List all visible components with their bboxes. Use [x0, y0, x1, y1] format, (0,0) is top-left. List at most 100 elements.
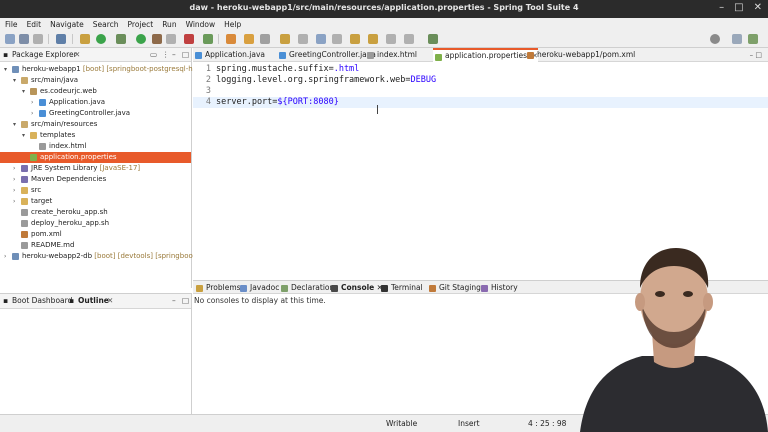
- new-icon[interactable]: [5, 34, 15, 44]
- last-edit-icon[interactable]: [350, 34, 360, 44]
- menu-edit[interactable]: Edit: [27, 20, 42, 29]
- new-class-icon[interactable]: [226, 34, 236, 44]
- console-tab[interactable]: Console ✕: [330, 282, 383, 294]
- tree-item[interactable]: pom.xml: [0, 229, 191, 240]
- terminal-icon[interactable]: [56, 34, 66, 44]
- java-perspective-icon[interactable]: [748, 34, 758, 44]
- tree-item[interactable]: › JRE System Library [JavaSE-17]: [0, 163, 191, 174]
- next-annotation-icon[interactable]: [316, 34, 326, 44]
- editor-tab[interactable]: heroku-webapp1/pom.xml: [525, 48, 635, 62]
- view-menu-icon[interactable]: ⋮: [162, 50, 170, 59]
- menu-navigate[interactable]: Navigate: [50, 20, 84, 29]
- prev-annotation-icon[interactable]: [332, 34, 342, 44]
- search-icon[interactable]: [710, 34, 720, 44]
- maximize-icon[interactable]: □: [734, 2, 743, 13]
- tab-boot-dashboard[interactable]: Boot Dashboard: [12, 296, 72, 305]
- tree-item[interactable]: › GreetingController.java: [0, 108, 191, 119]
- tab-package-explorer[interactable]: Package Explorer: [12, 50, 77, 59]
- tree-item[interactable]: create_heroku_app.sh: [0, 207, 191, 218]
- tree-item[interactable]: application.properties: [0, 152, 191, 163]
- code-editor[interactable]: 1 spring.mustache.suffix=.html 2 logging.le…: [193, 64, 768, 108]
- tree-item[interactable]: ▾ src/main/java: [0, 75, 191, 86]
- maximize-outline-icon[interactable]: □: [182, 296, 189, 305]
- forward-menu-icon[interactable]: [404, 34, 414, 44]
- console-tab[interactable]: Git Staging: [428, 282, 481, 294]
- property-key: logging.level.org.springframework.web=: [216, 75, 411, 85]
- tree-item[interactable]: index.html: [0, 141, 191, 152]
- view-icon: [281, 285, 288, 292]
- collapsed-arrow-icon[interactable]: ›: [13, 174, 19, 185]
- menu-help[interactable]: Help: [224, 20, 241, 29]
- close-outline-icon[interactable]: ✕: [107, 296, 113, 305]
- minimize-icon[interactable]: –: [719, 2, 724, 13]
- save-all-icon[interactable]: [33, 34, 43, 44]
- menu-run[interactable]: Run: [162, 20, 176, 29]
- tree-item-icon: [21, 165, 28, 172]
- collapse-all-icon[interactable]: ▭: [150, 50, 157, 59]
- tree-item[interactable]: ▾ templates: [0, 130, 191, 141]
- editor-tab[interactable]: application.properties ✕: [433, 48, 538, 62]
- console-tab[interactable]: History: [480, 282, 518, 294]
- spring-boot-icon[interactable]: [203, 34, 213, 44]
- tree-item[interactable]: ▾ heroku-webapp1 [boot] [springboot-postg…: [0, 64, 208, 75]
- tab-outline[interactable]: Outline: [78, 296, 109, 305]
- tree-item[interactable]: deploy_heroku_app.sh: [0, 218, 191, 229]
- package-explorer-icon: ▪: [3, 50, 9, 59]
- pin-editor-icon[interactable]: [428, 34, 438, 44]
- editor-tab[interactable]: GreetingController.java: [277, 48, 376, 62]
- tree-item[interactable]: ▾ es.codeurjc.web: [0, 86, 191, 97]
- external-tools-icon[interactable]: [152, 34, 162, 44]
- expanded-arrow-icon[interactable]: ▾: [13, 75, 19, 86]
- console-tab[interactable]: Javadoc: [239, 282, 279, 294]
- expanded-arrow-icon[interactable]: ▾: [4, 64, 10, 75]
- tree-item[interactable]: › heroku-webapp2-db [boot] [devtools] [sp…: [0, 251, 207, 262]
- menu-search[interactable]: Search: [93, 20, 119, 29]
- collapsed-arrow-icon[interactable]: ›: [13, 185, 19, 196]
- back-icon[interactable]: [368, 34, 378, 44]
- line-number: 1: [205, 64, 211, 74]
- collapsed-arrow-icon[interactable]: ›: [4, 251, 10, 262]
- view-icon: [429, 285, 436, 292]
- editor-tab[interactable]: index.html: [365, 48, 417, 62]
- skip-icon[interactable]: [166, 34, 176, 44]
- run-icon[interactable]: [96, 34, 106, 44]
- search-tool-icon[interactable]: [260, 34, 270, 44]
- editor-tab[interactable]: Application.java: [193, 48, 265, 62]
- forward-icon[interactable]: [386, 34, 396, 44]
- save-icon[interactable]: [19, 34, 29, 44]
- stop-icon[interactable]: [184, 34, 194, 44]
- expanded-arrow-icon[interactable]: ▾: [13, 119, 19, 130]
- tree-item[interactable]: › target: [0, 196, 191, 207]
- collapsed-arrow-icon[interactable]: ›: [31, 108, 37, 119]
- expanded-arrow-icon[interactable]: ▾: [22, 86, 28, 97]
- minimize-outline-icon[interactable]: –: [172, 296, 176, 305]
- edit-icon[interactable]: [280, 34, 290, 44]
- console-tab[interactable]: Terminal: [380, 282, 423, 294]
- close-tab-icon[interactable]: ✕: [74, 50, 80, 59]
- tree-item[interactable]: › src: [0, 185, 191, 196]
- tree-item[interactable]: › Application.java: [0, 97, 191, 108]
- collapsed-arrow-icon[interactable]: ›: [13, 163, 19, 174]
- tree-item-icon: [21, 176, 28, 183]
- tree-item[interactable]: README.md: [0, 240, 191, 251]
- minimize-view-icon[interactable]: –: [172, 50, 176, 59]
- tree-item[interactable]: ▾ src/main/resources: [0, 119, 191, 130]
- editor-view-controls-icon[interactable]: – □: [750, 51, 762, 59]
- close-icon[interactable]: ✕: [754, 2, 762, 13]
- annotation-icon[interactable]: [298, 34, 308, 44]
- collapsed-arrow-icon[interactable]: ›: [13, 196, 19, 207]
- debug-icon[interactable]: [116, 34, 126, 44]
- console-tab[interactable]: Declaration: [280, 282, 334, 294]
- console-tab[interactable]: Problems: [195, 282, 241, 294]
- run-last-icon[interactable]: [136, 34, 146, 44]
- tree-item[interactable]: › Maven Dependencies: [0, 174, 191, 185]
- menu-file[interactable]: File: [5, 20, 18, 29]
- maximize-view-icon[interactable]: □: [182, 50, 189, 59]
- menu-window[interactable]: Window: [186, 20, 216, 29]
- expanded-arrow-icon[interactable]: ▾: [22, 130, 28, 141]
- collapsed-arrow-icon[interactable]: ›: [31, 97, 37, 108]
- menu-project[interactable]: Project: [128, 20, 154, 29]
- build-icon[interactable]: [80, 34, 90, 44]
- open-type-icon[interactable]: [244, 34, 254, 44]
- perspective-icon[interactable]: [732, 34, 742, 44]
